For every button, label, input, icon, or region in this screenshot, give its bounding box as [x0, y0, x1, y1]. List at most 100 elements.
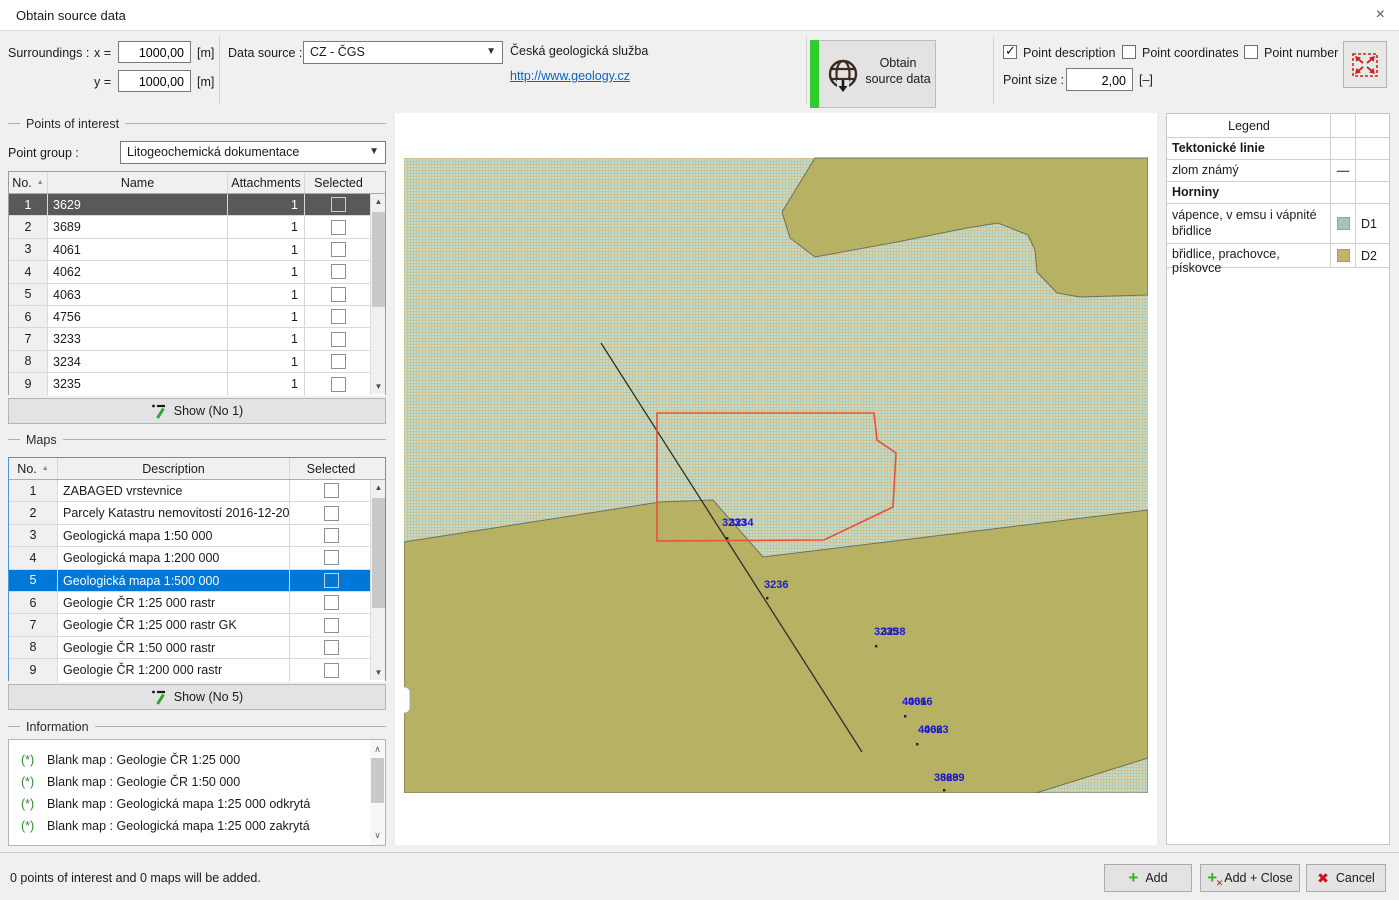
zoom-extents-button[interactable]: [1343, 41, 1387, 88]
points-table-scrollbar[interactable]: ▲ ▼: [370, 194, 385, 394]
agency-link[interactable]: http://www.geology.cz: [510, 69, 630, 83]
scroll-down-icon[interactable]: ▼: [371, 665, 386, 680]
table-row[interactable]: 9 3235 1: [9, 373, 385, 395]
row-selected-cell: [305, 216, 372, 237]
scrollbar-thumb[interactable]: [372, 498, 385, 608]
point-coordinates-checkbox[interactable]: [1122, 45, 1136, 59]
table-row[interactable]: 3 Geologická mapa 1:50 000: [9, 525, 385, 547]
row-checkbox[interactable]: [324, 483, 339, 498]
row-checkbox[interactable]: [331, 377, 346, 392]
table-row[interactable]: 1 3629 1: [9, 194, 385, 216]
close-icon[interactable]: ×: [1376, 6, 1385, 24]
legend-row: břidlice, prachovce, pískovce D2: [1167, 244, 1389, 268]
table-row[interactable]: 6 4756 1: [9, 306, 385, 328]
row-checkbox[interactable]: [331, 287, 346, 302]
table-row[interactable]: 7 Geologie ČR 1:25 000 rastr GK: [9, 614, 385, 636]
plus-icon: +: [1128, 873, 1138, 883]
row-checkbox[interactable]: [324, 640, 339, 655]
row-checkbox[interactable]: [331, 242, 346, 257]
points-col-selected[interactable]: Selected: [305, 172, 372, 193]
table-row[interactable]: 2 Parcely Katastru nemovitostí 2016-12-2…: [9, 502, 385, 524]
row-checkbox[interactable]: [331, 264, 346, 279]
row-checkbox[interactable]: [324, 506, 339, 521]
maps-col-no[interactable]: No.▲: [9, 458, 58, 479]
point-label: 3689: [940, 772, 964, 784]
point-group-label: Point group :: [8, 146, 79, 160]
table-row[interactable]: 8 3234 1: [9, 351, 385, 373]
table-row[interactable]: 5 Geologická mapa 1:500 000: [9, 570, 385, 592]
scroll-up-icon[interactable]: ▲: [371, 480, 386, 495]
row-no: 3: [9, 239, 48, 260]
row-checkbox[interactable]: [324, 618, 339, 633]
row-checkbox[interactable]: [331, 220, 346, 235]
legend-symbol-cell: [1331, 182, 1356, 203]
show-map-button[interactable]: Show (No 5): [8, 684, 386, 710]
maps-col-description[interactable]: Description: [58, 458, 290, 479]
globe-download-icon: [824, 56, 862, 94]
scroll-down-icon[interactable]: ∨: [370, 828, 385, 843]
point-description-checkbox[interactable]: [1003, 45, 1017, 59]
cancel-button[interactable]: ✖ Cancel: [1306, 864, 1386, 892]
table-row[interactable]: 9 Geologie ČR 1:200 000 rastr: [9, 659, 385, 681]
information-scrollbar[interactable]: ∧ ∨: [370, 740, 385, 845]
row-checkbox[interactable]: [324, 550, 339, 565]
table-row[interactable]: 1 ZABAGED vrstevnice: [9, 480, 385, 502]
table-row[interactable]: 7 3233 1: [9, 328, 385, 350]
points-col-attachments[interactable]: Attachments: [228, 172, 305, 193]
table-row[interactable]: 3 4061 1: [9, 239, 385, 261]
maps-col-selected[interactable]: Selected: [290, 458, 372, 479]
row-no: 4: [9, 547, 58, 568]
table-row[interactable]: 5 4063 1: [9, 284, 385, 306]
row-checkbox[interactable]: [331, 332, 346, 347]
row-checkbox[interactable]: [331, 354, 346, 369]
row-selected-cell: [290, 592, 372, 613]
point-group-select[interactable]: Litogeochemická dokumentace ▼: [120, 141, 386, 164]
data-source-select[interactable]: CZ - ČGS ▼: [303, 41, 503, 64]
info-text: Blank map : Geologie ČR 1:50 000: [47, 775, 240, 789]
data-source-value: CZ - ČGS: [310, 45, 365, 59]
table-row[interactable]: 6 Geologie ČR 1:25 000 rastr: [9, 592, 385, 614]
row-description: Geologie ČR 1:50 000 rastr: [58, 637, 290, 658]
row-selected-cell: [305, 261, 372, 282]
legend-code: D2: [1356, 244, 1388, 267]
information-box: (*) Blank map : Geologie ČR 1:25 000 (*)…: [8, 739, 386, 846]
row-checkbox[interactable]: [331, 309, 346, 324]
cancel-x-icon: ✖: [1317, 870, 1329, 887]
row-checkbox[interactable]: [331, 197, 346, 212]
row-no: 8: [9, 351, 48, 372]
row-checkbox[interactable]: [324, 663, 339, 678]
points-col-no[interactable]: No.▲: [9, 172, 48, 193]
scrollbar-thumb[interactable]: [371, 758, 384, 803]
show-point-button[interactable]: Show (No 1): [8, 398, 386, 424]
scroll-down-icon[interactable]: ▼: [371, 379, 386, 394]
map-canvas[interactable]: 3233 3234 3236 3235 3238 4061 4066 4062 …: [395, 113, 1157, 845]
point-size-input[interactable]: [1066, 68, 1133, 91]
scroll-up-icon[interactable]: ∧: [370, 742, 385, 757]
points-col-name[interactable]: Name: [48, 172, 228, 193]
point-label: 3238: [881, 626, 905, 638]
point-number-checkbox[interactable]: [1244, 45, 1258, 59]
legend-label: vápence, v emsu i vápnité břidlice: [1167, 204, 1331, 243]
row-description: Geologická mapa 1:200 000: [58, 547, 290, 568]
table-row[interactable]: 8 Geologie ČR 1:50 000 rastr: [9, 637, 385, 659]
row-checkbox[interactable]: [324, 528, 339, 543]
show-map-label: Show (No 5): [174, 690, 243, 704]
add-close-button[interactable]: +✕ Add + Close: [1200, 864, 1300, 892]
obtain-source-data-button[interactable]: Obtain source data: [810, 40, 936, 108]
add-button[interactable]: + Add: [1104, 864, 1192, 892]
row-no: 9: [9, 659, 58, 681]
scrollbar-thumb[interactable]: [372, 212, 385, 307]
x-input[interactable]: [118, 41, 191, 63]
row-checkbox[interactable]: [324, 595, 339, 610]
table-row[interactable]: 4 Geologická mapa 1:200 000: [9, 547, 385, 569]
table-row[interactable]: 4 4062 1: [9, 261, 385, 283]
row-checkbox[interactable]: [324, 573, 339, 588]
scroll-up-icon[interactable]: ▲: [371, 194, 386, 209]
canvas-edge-handle[interactable]: [404, 687, 410, 713]
table-row[interactable]: 2 3689 1: [9, 216, 385, 238]
y-input[interactable]: [118, 70, 191, 92]
maps-table-scrollbar[interactable]: ▲ ▼: [370, 480, 385, 680]
legend-code: D1: [1356, 204, 1388, 243]
row-description: Geologie ČR 1:25 000 rastr GK: [58, 614, 290, 635]
row-no: 2: [9, 502, 58, 523]
